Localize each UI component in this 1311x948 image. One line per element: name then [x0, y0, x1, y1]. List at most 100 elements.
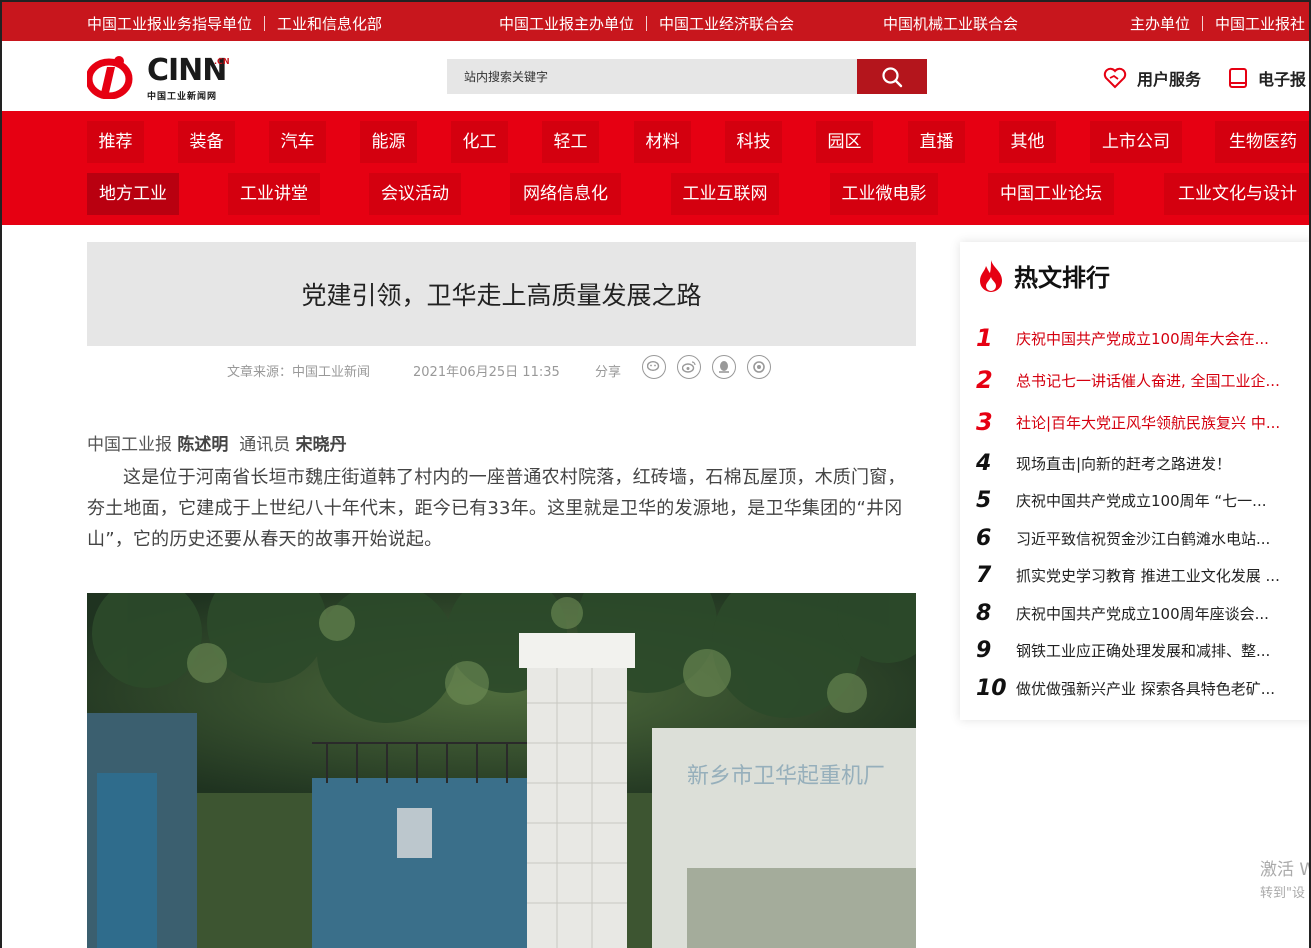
hot-title[interactable]: 庆祝中国共产党成立100周年座谈会...: [1016, 603, 1291, 624]
logo-subtitle: 中国工业新闻网: [147, 92, 218, 102]
hot-title[interactable]: 习近平致信祝贺金沙江白鹤滩水电站...: [1016, 528, 1291, 549]
nav-item-wenhua[interactable]: 工业文化与设计: [1164, 173, 1309, 215]
search-input[interactable]: [447, 59, 857, 94]
article-byline: 中国工业报 陈述明 通讯员 宋晓丹: [87, 430, 347, 455]
topbar-host-org2[interactable]: 中国机械工业联合会: [883, 13, 1018, 34]
user-service-link[interactable]: 用户服务: [1103, 66, 1201, 90]
nav-item-difang[interactable]: 地方工业: [87, 173, 179, 215]
nav-item-cailiao[interactable]: 材料: [634, 121, 691, 163]
article-title-box: 党建引领，卫华走上高质量发展之路: [87, 242, 916, 346]
hot-title[interactable]: 社论|百年大党正风华领航民族复兴 中...: [1016, 412, 1291, 433]
topbar-sponsor-org[interactable]: 中国工业报社: [1215, 15, 1305, 33]
hot-rank: 2: [976, 366, 993, 394]
nav-item-huiyi[interactable]: 会议活动: [369, 173, 461, 215]
search-button[interactable]: [857, 59, 927, 94]
nav-item-zhuangbei[interactable]: 装备: [178, 121, 235, 163]
logo-domain: .CN: [214, 57, 230, 66]
hot-rank: 4: [976, 450, 992, 476]
weibo-share-icon[interactable]: [677, 355, 701, 379]
site-logo[interactable]: CINN .CN 中国工业新闻网: [87, 53, 237, 102]
hot-articles-title: 热文排行: [1014, 264, 1110, 292]
nav-item-qiche[interactable]: 汽车: [269, 121, 326, 163]
hot-title[interactable]: 庆祝中国共产党成立100周年大会在...: [1016, 328, 1291, 349]
divider: [264, 16, 266, 31]
nav-item-luntan[interactable]: 中国工业论坛: [988, 173, 1114, 215]
topbar-sponsor-label: 主办单位: [1130, 15, 1191, 33]
nav-item-tuijian[interactable]: 推荐: [87, 121, 144, 163]
hot-item[interactable]: 3 社论|百年大党正风华领航民族复兴 中...: [976, 407, 1306, 437]
hot-item[interactable]: 8 庆祝中国共产党成立100周年座谈会...: [976, 598, 1306, 628]
hot-item[interactable]: 1 庆祝中国共产党成立100周年大会在...: [976, 323, 1306, 353]
book-icon: [1229, 68, 1247, 88]
article-meta: 文章来源：中国工业新闻 2021年06月25日 11:35 分享: [87, 355, 916, 385]
nav-item-yuanqu[interactable]: 园区: [816, 121, 873, 163]
hot-title[interactable]: 做优做强新兴产业 探索各具特色老矿...: [1016, 678, 1291, 699]
nav-item-qinggong[interactable]: 轻工: [542, 121, 599, 163]
user-service-label: 用户服务: [1137, 70, 1202, 89]
hot-title[interactable]: 总书记七一讲话催人奋进, 全国工业企...: [1016, 370, 1291, 391]
hot-articles-heading: 热文排行: [978, 258, 1110, 293]
hot-rank: 1: [976, 324, 993, 352]
hot-rank: 8: [976, 600, 992, 626]
nav-item-huagong[interactable]: 化工: [451, 121, 508, 163]
site-header: CINN .CN 中国工业新闻网 用户服务 电子报: [2, 41, 1309, 111]
divider: [1202, 16, 1204, 31]
nav-item-zhibo[interactable]: 直播: [908, 121, 965, 163]
article-title: 党建引领，卫华走上高质量发展之路: [301, 281, 702, 310]
hot-item[interactable]: 7 抓实党史学习教育 推进工业文化发展 ...: [976, 560, 1306, 590]
byline-author1: 陈述明: [177, 435, 229, 455]
windows-activation-watermark: 激活 W: [1260, 860, 1311, 880]
cinn-logo-mark-icon: [87, 56, 133, 99]
nav-item-jiangtang[interactable]: 工业讲堂: [228, 173, 320, 215]
qzone-share-icon[interactable]: [747, 355, 771, 379]
wechat-share-icon[interactable]: [642, 355, 666, 379]
epaper-link[interactable]: 电子报: [1228, 66, 1306, 90]
nav-item-shengwu[interactable]: 生物医药: [1215, 121, 1309, 163]
main-nav: 推荐 装备 汽车 能源 化工 轻工 材料 科技 园区 直播 其他 上市公司 生物…: [2, 111, 1309, 225]
topbar-guide: 中国工业报业务指导单位 工业和信息化部: [87, 13, 382, 34]
topbar-host: 中国工业报主办单位 中国工业经济联合会: [499, 13, 794, 34]
hot-title[interactable]: 庆祝中国共产党成立100周年 “七一...: [1016, 490, 1291, 511]
hot-rank: 10: [976, 675, 1007, 701]
byline-mid: 通讯员: [239, 435, 291, 455]
nav-item-hulianwang[interactable]: 工业互联网: [671, 173, 779, 215]
nav-item-nengyuan[interactable]: 能源: [360, 121, 417, 163]
hot-item[interactable]: 9 钢铁工业应正确处理发展和减排、整...: [976, 635, 1306, 665]
handshake-heart-icon: [1103, 67, 1127, 89]
hot-title[interactable]: 现场直击|向新的赶考之路进发！: [1016, 453, 1291, 474]
top-bar: 中国工业报业务指导单位 工业和信息化部 中国工业报主办单位 中国工业经济联合会 中国…: [2, 2, 1309, 41]
hot-title[interactable]: 抓实党史学习教育 推进工业文化发展 ...: [1016, 565, 1291, 586]
nav-item-shangshi[interactable]: 上市公司: [1090, 121, 1182, 163]
hot-item[interactable]: 4 现场直击|向新的赶考之路进发！: [976, 448, 1306, 478]
search-bar: [447, 59, 927, 94]
divider: [646, 16, 648, 31]
hot-rank: 6: [976, 525, 992, 551]
topbar-sponsor: 主办单位 中国工业报社: [1130, 13, 1305, 34]
hot-item[interactable]: 2 总书记七一讲话催人奋进, 全国工业企...: [976, 365, 1306, 395]
nav-item-keji[interactable]: 科技: [725, 121, 782, 163]
hot-articles-panel: 热文排行 1 庆祝中国共产党成立100周年大会在... 2 总书记七一讲话催人奋进,…: [960, 242, 1309, 720]
windows-activation-hint: 转到"设: [1260, 886, 1305, 901]
hot-item[interactable]: 6 习近平致信祝贺金沙江白鹤滩水电站...: [976, 523, 1306, 553]
nav-item-wangluo[interactable]: 网络信息化: [510, 173, 621, 215]
topbar-host-org1[interactable]: 中国工业经济联合会: [659, 15, 794, 33]
qq-share-icon[interactable]: [712, 355, 736, 379]
nav-item-qita[interactable]: 其他: [999, 121, 1056, 163]
nav-item-weidianying[interactable]: 工业微电影: [830, 173, 938, 215]
article-date: 2021年06月25日 11:35: [413, 365, 560, 380]
byline-author2: 宋晓丹: [295, 435, 347, 455]
topbar-guide-org[interactable]: 工业和信息化部: [277, 15, 382, 33]
hot-item[interactable]: 5 庆祝中国共产党成立100周年 “七一...: [976, 485, 1306, 515]
hot-rank: 5: [976, 487, 992, 513]
flame-icon: [980, 259, 1002, 292]
photo-sign-text: 新乡市卫华起重机厂: [687, 764, 885, 789]
article-paragraph: 这是位于河南省长垣市魏庄街道韩了村内的一座普通农村院落，红砖墙，石棉瓦屋顶，木质…: [87, 467, 906, 550]
article-photo: 新乡市卫华起重机厂: [87, 593, 916, 948]
hot-rank: 7: [976, 562, 992, 588]
hot-rank: 3: [976, 408, 993, 436]
topbar-host-label: 中国工业报主办单位: [499, 15, 635, 33]
hot-title[interactable]: 钢铁工业应正确处理发展和减排、整...: [1016, 640, 1291, 661]
article-source: 文章来源：中国工业新闻: [227, 365, 371, 380]
hot-item[interactable]: 10 做优做强新兴产业 探索各具特色老矿...: [976, 673, 1306, 703]
search-icon: [882, 66, 903, 87]
